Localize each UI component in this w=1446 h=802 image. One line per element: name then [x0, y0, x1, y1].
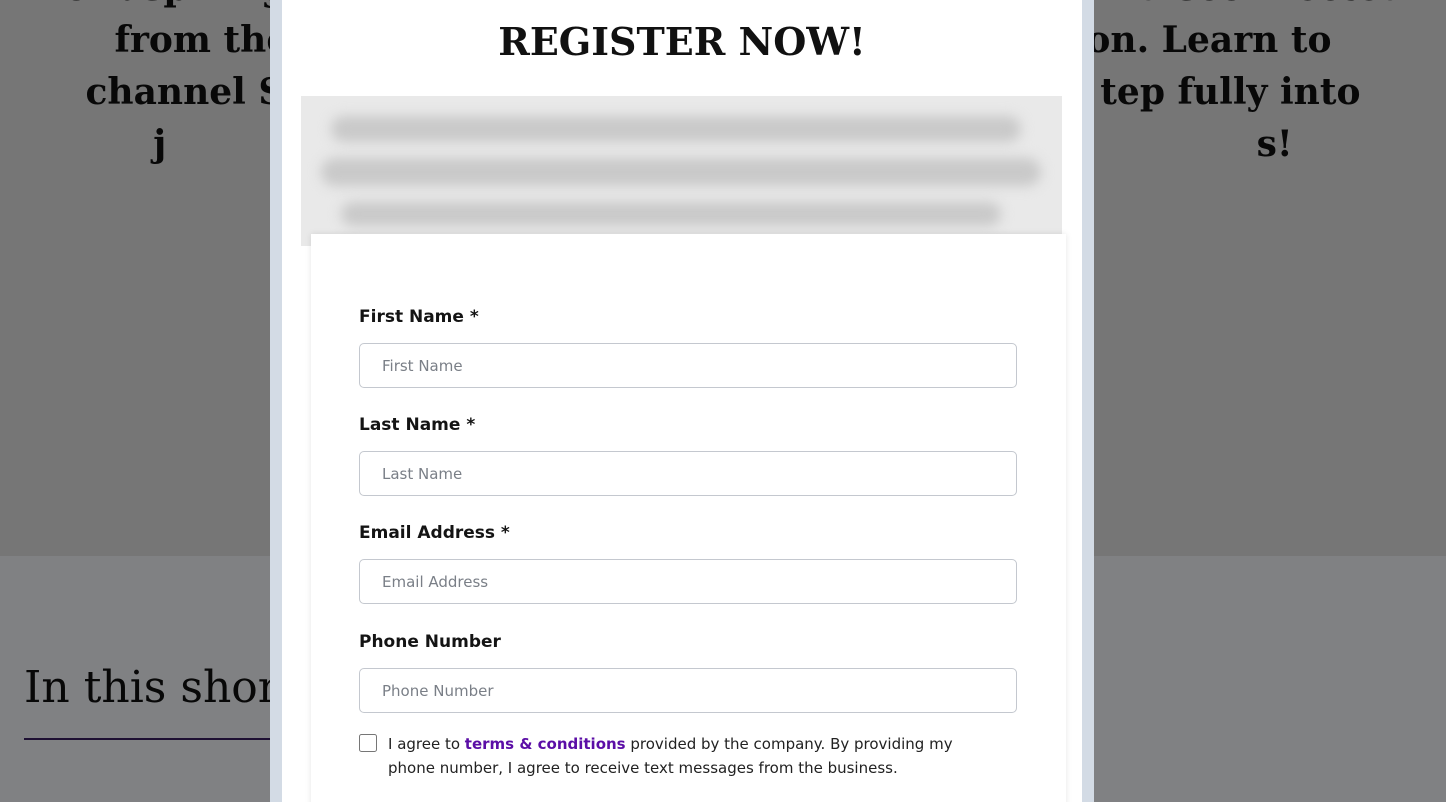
modal-title: REGISTER NOW! [498, 19, 866, 64]
email-input[interactable] [359, 559, 1017, 604]
email-label: Email Address * [359, 523, 510, 543]
last-name-label: Last Name * [359, 415, 476, 435]
phone-label: Phone Number [359, 632, 501, 652]
terms-link[interactable]: terms & conditions [465, 735, 626, 753]
phone-input[interactable] [359, 668, 1017, 713]
blurred-banner-image [301, 96, 1062, 246]
registration-modal: REGISTER NOW! First Name * Last Name * E… [282, 0, 1082, 802]
terms-checkbox[interactable] [359, 734, 377, 752]
terms-text: I agree to terms & conditions provided b… [388, 732, 998, 780]
registration-form: First Name * Last Name * Email Address *… [311, 234, 1066, 802]
terms-prefix: I agree to [388, 735, 465, 753]
first-name-input[interactable] [359, 343, 1017, 388]
registration-modal-frame: REGISTER NOW! First Name * Last Name * E… [270, 0, 1094, 802]
first-name-label: First Name * [359, 307, 479, 327]
last-name-input[interactable] [359, 451, 1017, 496]
